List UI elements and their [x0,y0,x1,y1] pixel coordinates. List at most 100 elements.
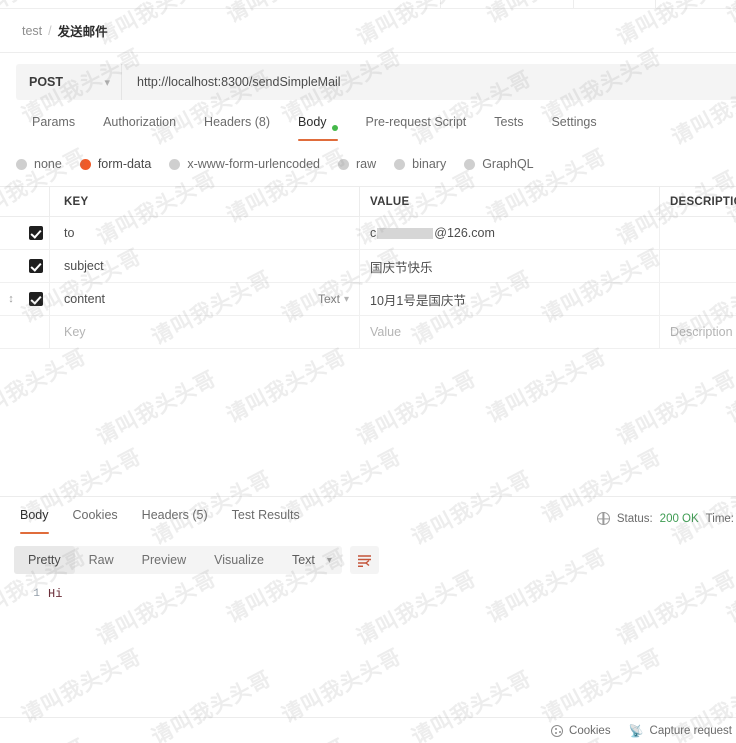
tab-authorization[interactable]: Authorization [89,114,190,140]
tab-settings[interactable]: Settings [537,114,610,140]
status-label: Status: [616,512,653,525]
row-checkbox-spacer [22,316,50,348]
globe-icon [596,512,610,525]
radio-label: binary [412,157,447,171]
header-value: VALUE [360,187,660,216]
view-mode-preview[interactable]: Preview [128,546,200,574]
tab-label: Authorization [103,115,177,129]
table-row: subject 国庆节快乐 [0,250,736,283]
tab-label: Headers (5) [141,508,208,522]
response-format-select[interactable]: Text ▾ [278,546,342,574]
row-checkbox-icon[interactable] [28,292,43,306]
tab-pre-request-script[interactable]: Pre-request Script [352,114,481,140]
new-value-input[interactable]: Value [360,316,660,348]
footer-capture-label: Capture request [649,724,732,737]
row-type-select[interactable]: Text ▾ [318,292,349,306]
chevron-down-icon: ▾ [343,293,349,305]
watermark-text: 请叫我头头哥 [92,366,221,450]
radio-raw[interactable]: raw [338,157,376,171]
row-checkbox-cell[interactable] [22,250,50,282]
response-tab-cookies[interactable]: Cookies [61,508,130,534]
radio-graphql[interactable]: GraphQL [464,157,534,171]
table-row: ↕ content Text ▾ 10月1号是国庆节 [0,283,736,316]
row-description-cell[interactable] [660,217,736,249]
row-checkbox-cell[interactable] [22,283,50,315]
row-checkbox-icon[interactable] [28,259,43,273]
body-type-radio-group: none form-data x-www-form-urlencoded raw… [16,152,736,176]
cookie-icon [551,724,564,737]
response-tab-headers[interactable]: Headers (5) [130,508,220,534]
word-wrap-toggle[interactable] [349,546,379,574]
row-value-prefix: c [370,226,377,240]
radio-icon [338,158,349,170]
footer-cookies-label: Cookies [569,724,611,737]
row-checkbox-cell[interactable] [22,217,50,249]
radio-none[interactable]: none [16,157,62,171]
new-description-input[interactable]: Description [660,316,736,348]
radio-binary[interactable]: binary [394,157,446,171]
row-key-cell[interactable]: subject [50,250,360,282]
radio-icon [394,158,406,170]
header-description-label: DESCRIPTION [670,195,736,208]
panel-splitter[interactable] [0,496,736,497]
row-key-cell[interactable]: content Text ▾ [50,283,360,315]
view-mode-pretty[interactable]: Pretty [14,546,75,574]
footer-capture-request-button[interactable]: 📡 Capture request [629,725,732,737]
active-tab-underline [298,139,338,141]
breadcrumb-request-name[interactable]: 发送邮件 [58,21,108,40]
response-meta: Status: 200 OK Time: [596,512,736,525]
url-input[interactable]: http://localhost:8300/sendSimpleMail [122,64,736,100]
response-body-viewer[interactable]: 1 Hi [0,584,736,714]
request-tabs: Params Authorization Headers (8) Body Pr… [0,114,736,144]
breadcrumb-collection[interactable]: test [22,24,42,38]
view-mode-label: Raw [88,553,114,567]
satellite-icon: 📡 [628,723,644,738]
tab-body[interactable]: Body [284,114,352,141]
tab-params[interactable]: Params [18,114,89,140]
row-checkbox-icon[interactable] [28,226,43,240]
redaction-bar [377,227,434,239]
tab-label: Settings [551,115,597,129]
http-method-select[interactable]: POST ▾ [16,64,121,100]
response-tab-body[interactable]: Body [8,508,61,534]
header-checkbox-spacer [22,187,50,216]
response-tab-test-results[interactable]: Test Results [220,508,312,534]
browser-tab-strip [0,0,736,9]
row-value-cell[interactable]: 国庆节快乐 [360,250,660,282]
row-value-cell[interactable]: c @126.com [360,217,660,249]
word-wrap-icon [357,554,371,567]
row-key-text: to [64,226,75,240]
view-mode-raw[interactable]: Raw [75,546,128,574]
http-method-label: POST [29,75,64,89]
new-key-input[interactable]: Key [50,316,360,348]
form-data-table: KEY VALUE DESCRIPTION to c @126.com subje… [0,186,736,349]
row-description-cell[interactable] [660,250,736,282]
watermark-text: 请叫我头头哥 [407,466,536,550]
code-line: 1 Hi [0,584,736,603]
row-key-text: subject [64,259,104,273]
response-format-label: Text [291,553,315,567]
chevron-down-icon: ▾ [104,76,110,89]
row-value-cell[interactable]: 10月1号是国庆节 [360,283,660,315]
radio-icon [169,158,181,170]
url-bar: POST ▾ http://localhost:8300/sendSimpleM… [16,64,736,100]
watermark-text: 请叫我头头哥 [612,366,736,450]
tab-label: Pre-request Script [365,115,467,129]
table-row: to c @126.com [0,217,736,250]
view-mode-visualize[interactable]: Visualize [200,546,278,574]
tab-label: Params [32,115,76,129]
tab-tests[interactable]: Tests [480,114,537,140]
time-label: Time: [705,512,734,525]
radio-x-www-form-urlencoded[interactable]: x-www-form-urlencoded [169,157,320,171]
footer-cookies-button[interactable]: Cookies [551,724,611,737]
tab-label: Test Results [231,508,300,522]
row-drag-handle[interactable]: ↕ [0,293,22,305]
tab-headers[interactable]: Headers (8) [190,114,284,140]
watermark-text: 请叫我头头哥 [222,344,351,428]
radio-form-data[interactable]: form-data [79,157,151,171]
status-badge: 200 OK [659,512,699,525]
row-key-cell[interactable]: to [50,217,360,249]
chevron-down-icon: ▾ [326,554,332,566]
row-description-cell[interactable] [660,283,736,315]
watermark-text: 请叫我头头哥 [0,344,91,428]
